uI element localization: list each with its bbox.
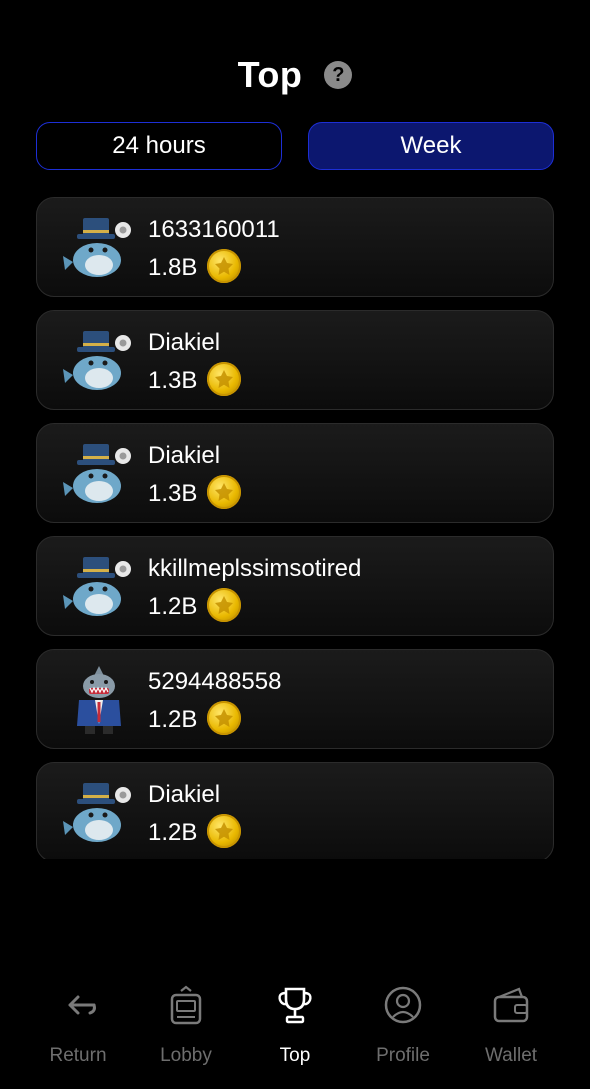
gold-coin-icon (207, 475, 241, 509)
nav-wallet[interactable]: Wallet (456, 975, 566, 1075)
nav-top[interactable]: Top (240, 975, 350, 1075)
leaderboard-row[interactable]: Diakiel 1.3B (36, 423, 554, 523)
player-score: 1.2B (148, 706, 198, 733)
nav-label: Profile (376, 1045, 430, 1066)
nav-label: Top (279, 1045, 311, 1066)
bottom-nav: Return Lobby Top Profile Wallet (0, 975, 590, 1075)
page-title: Top (237, 54, 303, 95)
whale-avatar-icon (63, 783, 131, 842)
gold-coin-icon (207, 249, 241, 283)
player-score: 1.3B (148, 367, 198, 394)
slot-machine-icon (170, 985, 202, 1025)
leaderboard-row[interactable]: 5294488558 1.2B (36, 649, 554, 749)
whale-avatar-icon (63, 218, 131, 277)
player-score: 1.2B (148, 593, 198, 620)
leaderboard-row[interactable]: Diakiel 1.3B (36, 310, 554, 410)
gold-coin-icon (207, 701, 241, 735)
player-score: 1.8B (148, 254, 198, 281)
question-circle-icon[interactable]: ? (324, 61, 353, 89)
profile-icon (384, 986, 422, 1024)
player-score: 1.2B (148, 819, 198, 846)
leaderboard-row[interactable]: 1633160011 1.8B (36, 197, 554, 297)
shark-avatar-icon (77, 666, 121, 734)
gold-coin-icon (207, 814, 241, 848)
nav-lobby[interactable]: Lobby (131, 975, 241, 1075)
trophy-icon (278, 987, 312, 1024)
gold-coin-icon (207, 362, 241, 396)
return-arrow-icon (68, 995, 96, 1015)
nav-label: Lobby (160, 1045, 212, 1066)
player-name: kkillmeplssimsotired (148, 555, 362, 582)
nav-label: Wallet (484, 1045, 538, 1066)
header: Top ? (0, 50, 590, 100)
leaderboard-list[interactable]: 1633160011 1.8B Diakiel 1.3B Diakiel 1.3… (36, 197, 554, 859)
player-score: 1.3B (148, 480, 198, 507)
nav-return[interactable]: Return (23, 975, 133, 1075)
player-name: Diakiel (148, 329, 221, 356)
player-name: Diakiel (148, 442, 221, 469)
tab-week[interactable]: Week (308, 122, 554, 170)
whale-avatar-icon (63, 557, 131, 616)
leaderboard-row[interactable]: Diakiel 1.2B (36, 762, 554, 859)
leaderboard-row[interactable]: kkillmeplssimsotired 1.2B (36, 536, 554, 636)
wallet-icon (493, 987, 529, 1023)
nav-profile[interactable]: Profile (348, 975, 458, 1075)
period-tabs: 24 hours Week (36, 122, 554, 172)
player-name: Diakiel (148, 781, 221, 808)
whale-avatar-icon (63, 444, 131, 503)
gold-coin-icon (207, 588, 241, 622)
nav-label: Return (49, 1045, 107, 1066)
player-name: 5294488558 (148, 668, 282, 695)
player-name: 1633160011 (148, 216, 280, 243)
tab-24-hours[interactable]: 24 hours (36, 122, 282, 170)
whale-avatar-icon (63, 331, 131, 390)
